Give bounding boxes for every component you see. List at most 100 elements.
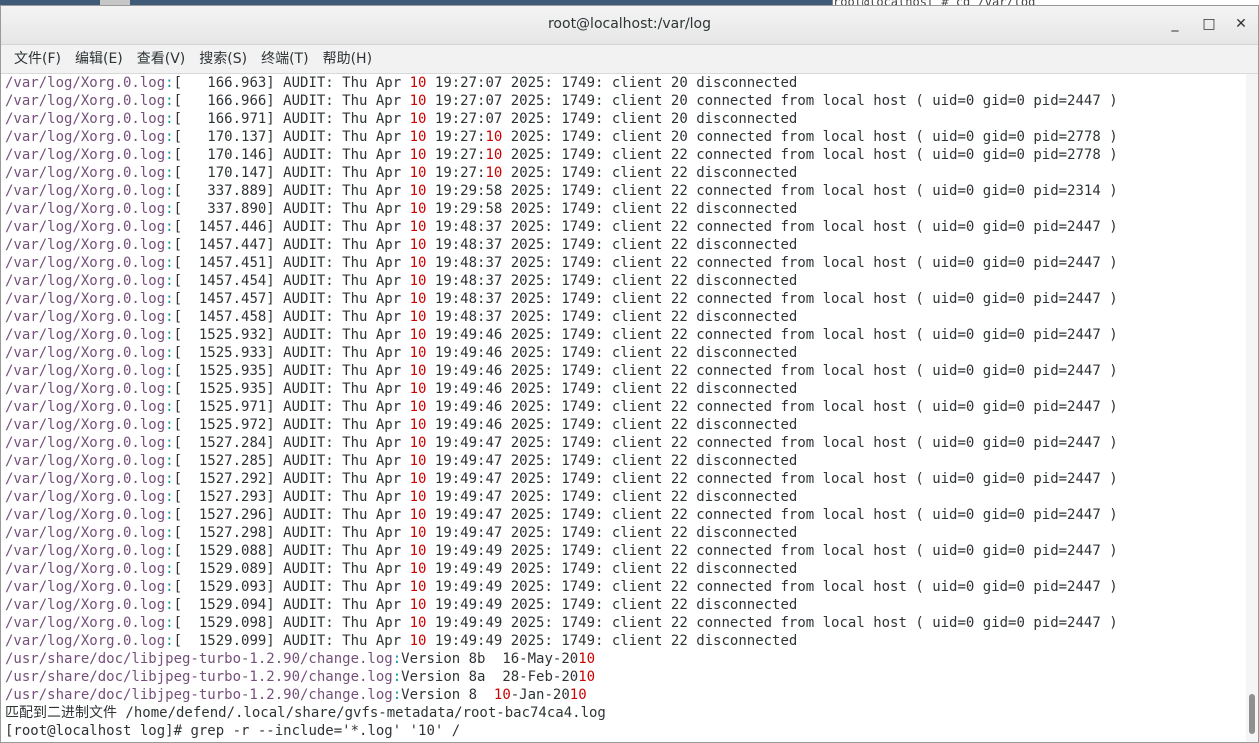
match-separator: : [165,417,174,433]
line-rest: 19:29:58 2025: 1749: client 22 disconnec… [426,201,798,217]
match-separator: : [165,525,174,541]
match-highlight: 10 [409,525,427,541]
match-highlight: 10 [409,219,427,235]
match-filename: /var/log/Xorg.0.log [5,201,166,217]
match-filename: /var/log/Xorg.0.log [5,183,166,199]
line-rest: 19:49:47 2025: 1749: client 22 connected… [426,507,1118,523]
match-filename: /var/log/Xorg.0.log [5,309,166,325]
terminal-line: /var/log/Xorg.0.log:[ 1529.099] AUDIT: T… [5,633,798,649]
match-highlight: 10 [409,93,427,109]
match-separator: : [392,651,402,667]
match-separator: : [165,165,174,181]
line-rest: 19:49:49 2025: 1749: client 22 disconnec… [426,597,798,613]
match-separator: : [165,183,174,199]
terminal-line: /var/log/Xorg.0.log:[ 1529.094] AUDIT: T… [5,597,798,613]
scrollbar[interactable] [1246,74,1258,742]
title-bar[interactable]: root@localhost:/var/log _ □ ✕ [1,6,1258,45]
minimize-button[interactable]: _ [1165,14,1185,34]
menu-file[interactable]: 文件(F) [7,45,68,73]
match-highlight: 10 [409,291,427,307]
match-filename: /var/log/Xorg.0.log [5,507,166,523]
match-highlight: 10 [578,651,596,667]
maximize-button[interactable]: □ [1199,14,1219,34]
line-rest: 19:48:37 2025: 1749: client 22 connected… [426,291,1118,307]
terminal-line: /var/log/Xorg.0.log:[ 1527.293] AUDIT: T… [5,489,798,505]
match-highlight: 10 [493,687,511,703]
terminal-line: /var/log/Xorg.0.log:[ 337.890] AUDIT: Th… [5,201,798,217]
match-filename: /var/log/Xorg.0.log [5,129,166,145]
line-rest: 19:29:58 2025: 1749: client 22 connected… [426,183,1118,199]
line-rest: 19:49:46 2025: 1749: client 22 disconnec… [426,417,798,433]
terminal-line: /var/log/Xorg.0.log:[ 1457.451] AUDIT: T… [5,255,1118,271]
match-filename: /var/log/Xorg.0.log [5,417,166,433]
terminal-output[interactable]: /var/log/Xorg.0.log:[ 166.963] AUDIT: Th… [5,74,1244,742]
match-highlight: 10 [409,579,427,595]
match-filename: /var/log/Xorg.0.log [5,471,166,487]
line-rest: 19:49:49 2025: 1749: client 22 disconnec… [426,561,798,577]
match-highlight: 10 [409,165,427,181]
match-separator: : [165,273,174,289]
match-filename: /var/log/Xorg.0.log [5,381,166,397]
line-rest: 19:49:46 2025: 1749: client 22 disconnec… [426,381,798,397]
match-filename: /var/log/Xorg.0.log [5,327,166,343]
terminal-line: /var/log/Xorg.0.log:[ 1457.454] AUDIT: T… [5,273,798,289]
line-rest: 19:48:37 2025: 1749: client 22 disconnec… [426,273,798,289]
match-highlight: 10 [409,255,427,271]
match-filename: /var/log/Xorg.0.log [5,111,166,127]
match-filename: /var/log/Xorg.0.log [5,147,166,163]
match-highlight: 10 [409,111,427,127]
match-filename: /var/log/Xorg.0.log [5,615,166,631]
match-separator: : [165,597,174,613]
match-highlight: 10 [409,471,427,487]
terminal-line: /var/log/Xorg.0.log:[ 170.137] AUDIT: Th… [5,129,1118,145]
match-highlight: 10 [409,453,427,469]
match-separator: : [165,435,174,451]
match-highlight: 10 [409,489,427,505]
match-separator: : [165,219,174,235]
menu-edit[interactable]: 编辑(E) [68,45,130,73]
menu-search[interactable]: 搜索(S) [192,45,254,73]
match-highlight: 10 [409,345,427,361]
match-highlight: 10 [485,165,503,181]
match-filename: /var/log/Xorg.0.log [5,453,166,469]
scrollbar-thumb[interactable] [1249,694,1255,734]
terminal-line: /var/log/Xorg.0.log:[ 1527.292] AUDIT: T… [5,471,1118,487]
terminal-line: /var/log/Xorg.0.log:[ 1525.972] AUDIT: T… [5,417,798,433]
line-rest: 19:49:47 2025: 1749: client 22 disconnec… [426,453,798,469]
match-separator: : [165,381,174,397]
match-separator: : [392,669,402,685]
line-rest: 19:27:10 2025: 1749: client 22 disconnec… [426,165,798,181]
prompt-line[interactable]: [root@localhost log]# grep -r --include=… [5,722,1244,740]
match-highlight: 10 [485,147,503,163]
line-rest: 19:49:49 2025: 1749: client 22 disconnec… [426,633,798,649]
terminal-line: /usr/share/doc/libjpeg-turbo-1.2.90/chan… [5,687,587,703]
match-filename: /var/log/Xorg.0.log [5,255,166,271]
match-highlight: 10 [409,129,427,145]
terminal-line: /var/log/Xorg.0.log:[ 1529.089] AUDIT: T… [5,561,798,577]
match-separator: : [165,255,174,271]
menu-terminal[interactable]: 终端(T) [254,45,315,73]
match-highlight: 10 [409,147,427,163]
match-separator: : [165,147,174,163]
match-filename: /usr/share/doc/libjpeg-turbo-1.2.90/chan… [5,687,393,703]
match-separator: : [165,579,174,595]
match-filename: /var/log/Xorg.0.log [5,291,166,307]
terminal-line: /var/log/Xorg.0.log:[ 337.889] AUDIT: Th… [5,183,1118,199]
match-separator: : [165,561,174,577]
menu-view[interactable]: 查看(V) [130,45,193,73]
close-button[interactable]: ✕ [1231,14,1251,34]
match-filename: /var/log/Xorg.0.log [5,363,166,379]
line-rest: 19:49:47 2025: 1749: client 22 disconnec… [426,525,798,541]
match-filename: /var/log/Xorg.0.log [5,237,166,253]
terminal-line: /var/log/Xorg.0.log:[ 1525.971] AUDIT: T… [5,399,1118,415]
line-rest: 19:49:47 2025: 1749: client 22 disconnec… [426,489,798,505]
terminal-line: /usr/share/doc/libjpeg-turbo-1.2.90/chan… [5,651,596,667]
match-separator: : [165,111,174,127]
match-filename: /var/log/Xorg.0.log [5,597,166,613]
match-filename: /var/log/Xorg.0.log [5,93,166,109]
menu-help[interactable]: 帮助(H) [316,45,379,73]
match-highlight: 10 [409,183,427,199]
match-filename: /usr/share/doc/libjpeg-turbo-1.2.90/chan… [5,669,393,685]
terminal-line: /var/log/Xorg.0.log:[ 1529.093] AUDIT: T… [5,579,1118,595]
line-rest: 19:48:37 2025: 1749: client 22 connected… [426,255,1118,271]
